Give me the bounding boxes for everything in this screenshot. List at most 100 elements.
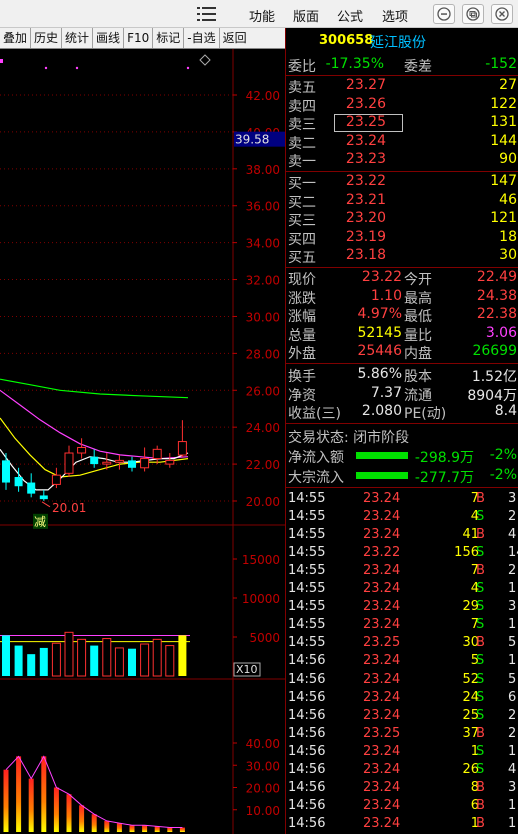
tick-row[interactable]: 14:56 23.25 37 B 2 [286,726,518,744]
price-axis-label: 30.00 [246,310,280,324]
menu-list-icon[interactable] [197,6,217,22]
level-label: 买五 [288,250,316,267]
menu-layout[interactable]: 版面 [293,6,319,25]
stock-name[interactable]: 延江股份 [370,32,426,52]
stat-value: 25446 [357,343,402,360]
statistics-button[interactable]: 统计 [62,28,94,48]
buy-level-row[interactable]: 买四 23.19 18 [286,228,518,248]
stat-label: 内盘 [404,346,432,363]
stat-value: 4.97% [357,306,402,323]
tick-count: 2 [508,509,517,525]
close-button[interactable] [491,4,513,24]
tick-time: 14:55 [288,545,326,561]
buy-level-row[interactable]: 买一 23.22 147 [286,173,518,192]
volume-bar [77,638,87,677]
tick-time: 14:56 [288,779,326,795]
f10-button[interactable]: F10 [124,28,154,48]
volume-bar [102,638,112,677]
tick-count: 2 [508,707,517,723]
tick-time: 14:56 [288,671,326,687]
tick-price: 23.24 [363,491,401,506]
price-axis-label: 34.00 [246,237,280,251]
tick-row[interactable]: 14:56 23.24 1 B 1 [286,816,518,834]
stat-row: 现价 23.22 今开 22.49 [286,269,518,288]
tick-side: S [476,743,485,759]
remove-watchlist-button[interactable]: -自选 [184,28,220,48]
weibi-row: 委比 -17.35% 委差 -152 [286,56,518,75]
level-label: 买一 [288,176,316,192]
tick-time: 14:56 [288,725,326,741]
stat-label: 收益(三) [288,406,341,423]
candle-body [27,482,36,494]
tick-row[interactable]: 14:56 23.24 24 S 6 [286,690,518,708]
tick-time: 14:55 [288,617,326,633]
ma20-line [0,389,189,460]
kline-chart-area[interactable]: 42.00 40.00 38.00 36.00 34.00 32.00 30.00 28.00… [0,49,285,834]
menu-formula[interactable]: 公式 [337,6,363,25]
minimize-button[interactable] [433,4,455,24]
tick-row[interactable]: 14:55 23.24 7 S 1 [286,617,518,635]
marker-dot [0,59,3,63]
tick-row[interactable]: 14:55 23.24 29 S 3 [286,599,518,617]
overlay-button[interactable]: 叠加 [0,28,32,48]
level-price: 23.22 [345,173,386,189]
volume-bar [39,647,48,676]
volume-bar [51,642,61,677]
buy-level-row[interactable]: 买二 23.21 46 [286,192,518,211]
tick-side: B [476,779,485,795]
tick-row[interactable]: 14:55 23.25 30 B 5 [286,635,518,653]
tick-time: 14:56 [288,689,326,705]
sell-level-row[interactable]: 卖二 23.24 144 [286,133,518,152]
close-icon [495,7,509,21]
tick-count: 5 [508,635,517,651]
tick-row[interactable]: 14:56 23.24 1 S 1 [286,744,518,762]
tick-row[interactable]: 14:56 23.24 26 S 4 [286,762,518,780]
trade-status: 交易状态: 闭市阶段 [288,430,410,446]
tick-time: 14:55 [288,527,326,543]
history-button[interactable]: 历史 [31,28,63,48]
back-button[interactable]: 返回 [220,28,250,48]
title-bar: 功能 版面 公式 选项 [0,0,518,28]
tick-row[interactable]: 14:56 23.24 5 S 1 [286,653,518,671]
tick-row[interactable]: 14:55 23.24 7 B 3 [286,491,518,509]
stat-label: 最低 [404,309,432,326]
stat-label: 涨跌 [288,290,316,307]
tick-count: 6 [508,689,517,705]
draw-line-button[interactable]: 画线 [93,28,125,48]
indicator-axis-label: 30.00 [246,759,280,773]
menu-options[interactable]: 选项 [382,6,408,25]
sell-level-row[interactable]: 卖四 23.26 122 [286,95,518,115]
flow-row: 大宗流入 -277.7万 -2% [286,467,518,486]
tick-count: 1 [508,653,517,669]
tick-row[interactable]: 14:56 23.24 52 S 5 [286,672,518,690]
kline-chart[interactable]: 42.00 40.00 38.00 36.00 34.00 32.00 30.00 28.00… [0,49,285,834]
restore-button[interactable] [462,4,484,24]
buy-level-row[interactable]: 买五 23.18 30 [286,247,518,267]
buy-level-row[interactable]: 买三 23.20 121 [286,210,518,229]
tick-price: 23.24 [363,527,401,543]
tick-row[interactable]: 14:56 23.24 8 B 3 [286,780,518,798]
tick-row[interactable]: 14:55 23.24 4 S 1 [286,581,518,599]
indicator-axis-label: 40.00 [246,737,280,751]
tick-row[interactable]: 14:5523.22156S14 [286,545,518,563]
tick-row[interactable]: 14:56 23.24 25 S 2 [286,708,518,726]
tick-row[interactable]: 14:55 23.24 7 B 2 [286,563,518,581]
tick-row[interactable]: 14:55 23.24 41 B 4 [286,527,518,545]
tick-side: S [476,617,485,633]
sell-level-row[interactable]: 卖五 23.27 27 [286,77,518,96]
level-volume: 90 [499,151,517,168]
volume-axis-label: 15000 [242,553,280,567]
price-axis-label: 22.00 [246,458,280,472]
menu-function[interactable]: 功能 [249,6,275,25]
tick-row[interactable]: 14:55 23.24 4 S 2 [286,509,518,527]
level-price: 23.26 [345,95,386,112]
tick-side: B [476,725,485,741]
volume-bar [64,631,74,677]
volume-axis-label: 10000 [242,592,280,606]
sell-level-row[interactable]: 卖一 23.23 90 [286,151,518,170]
tick-price: 23.24 [363,653,401,669]
mark-button[interactable]: 标记 [153,28,185,48]
tick-row[interactable]: 14:56 23.24 6 B 1 [286,798,518,816]
level-volume: 18 [499,228,517,245]
tick-price: 23.25 [363,635,401,651]
